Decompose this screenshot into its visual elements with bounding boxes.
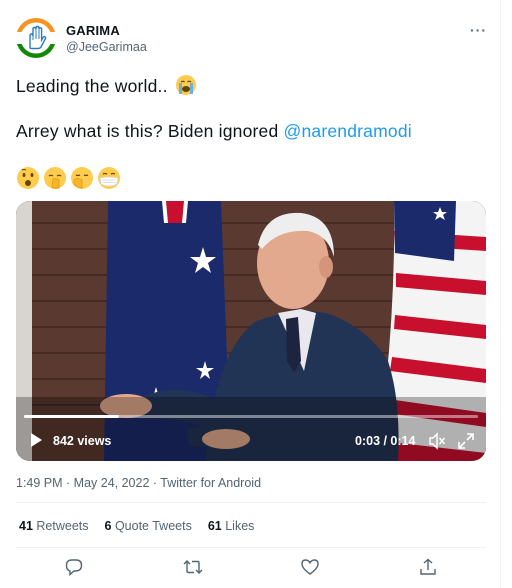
tweet-timestamp[interactable]: 1:49 PM · May 24, 2022 · Twitter for And… [16,476,261,490]
tweet-text: Arrey what is this? Biden ignored [16,121,284,141]
divider [16,502,486,503]
view-count: 842 views [53,434,112,448]
share-icon[interactable] [419,558,437,576]
video-progress-fill [24,415,120,418]
tweet-card: GARIMA @JeeGarimaa ··· Leading the world… [0,0,501,588]
engagement-stats: 41 Retweets 6 Quote Tweets 61 Likes [19,519,254,533]
more-options-icon[interactable]: ··· [470,22,487,38]
avatar[interactable] [16,18,56,58]
video-frame [16,201,486,461]
reply-icon[interactable] [65,558,83,576]
play-icon[interactable] [29,432,43,448]
zipper-mouth-face-icon [17,167,39,189]
author-handle[interactable]: @JeeGarimaa [66,40,147,54]
retweets-stat[interactable]: 41 Retweets [19,519,89,533]
party-logo-icon [16,18,56,58]
emoji-row [16,166,121,192]
mention-link[interactable]: @narendramodi [284,121,412,141]
video-time: 0:03 / 0:14 [355,434,416,448]
retweets-label: Retweets [36,519,89,533]
likes-label: Likes [225,519,255,533]
retweets-count: 41 [19,519,33,533]
like-icon[interactable] [301,558,319,576]
quote-tweets-label: Quote Tweets [114,519,192,533]
divider [16,547,486,548]
author-name[interactable]: GARIMA [66,23,120,38]
retweet-icon[interactable] [183,558,203,576]
likes-count: 61 [207,519,222,533]
quote-tweets-stat[interactable]: 6 Quote Tweets [105,519,192,533]
video-player[interactable]: 842 views 0:03 / 0:14 [16,201,486,461]
yawning-face-icon [71,167,93,189]
video-progress-bar[interactable] [24,415,478,418]
shushing-face-icon [44,167,66,189]
tweet-text-line-2: Arrey what is this? Biden ignored @naren… [16,121,412,142]
crying-emoji-icon [175,75,196,95]
likes-stat[interactable]: 61 Likes [208,519,255,533]
fullscreen-icon[interactable] [457,432,475,450]
mute-icon[interactable] [428,432,446,450]
quote-tweets-count: 6 [104,519,112,533]
face-with-mask-icon [98,167,120,189]
tweet-text: Leading the world.. [16,76,168,96]
tweet-text-line-1: Leading the world.. [16,74,197,97]
